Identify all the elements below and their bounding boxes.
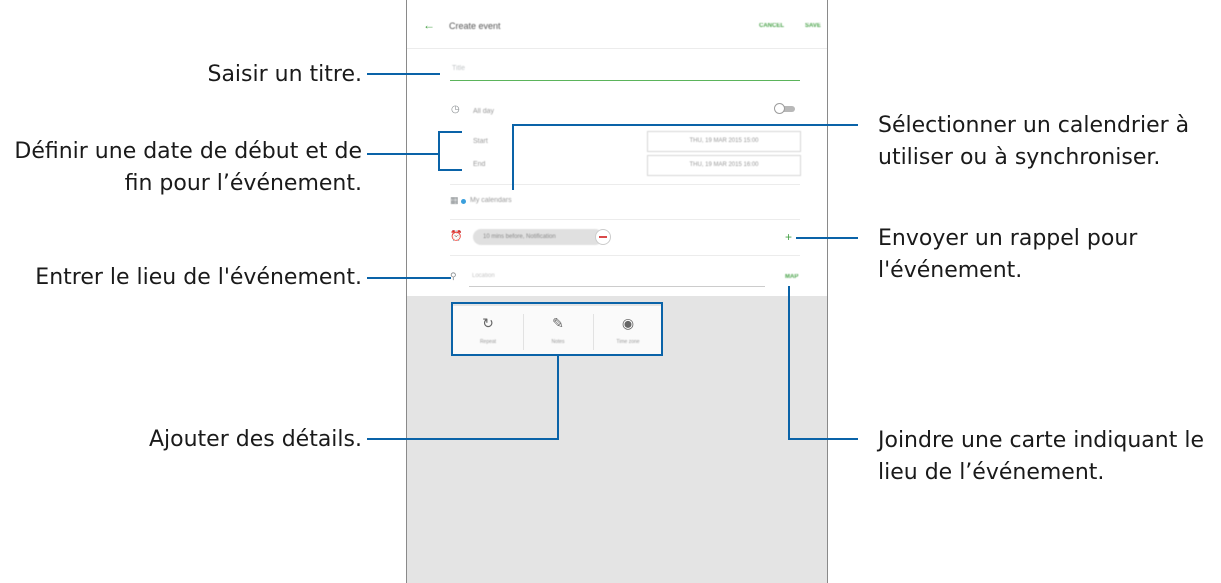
calendar-selector[interactable]: My calendars [470,197,512,204]
map-button[interactable]: MAP [785,274,798,280]
callout-line-calendar-v [512,124,514,190]
location-placeholder: Location [472,273,495,279]
divider [450,255,800,256]
annotation-calendar-line2: utiliser ou à synchroniser. [878,145,1161,170]
phone-screen: ← Create event CANCEL SAVE Title ◷ All d… [406,0,828,583]
annotation-reminder-line2: l'événement. [878,258,1023,283]
save-button[interactable]: SAVE [805,23,821,29]
callout-line-reminder [796,237,858,239]
callout-line-dates [367,153,440,155]
divider [450,184,800,185]
callout-bracket-dates [438,131,440,171]
create-event-form: ← Create event CANCEL SAVE Title ◷ All d… [407,0,827,296]
all-day-label: All day [473,108,495,115]
start-label: Start [473,138,488,145]
annotation-map-line2: lieu de l’événement. [878,460,1105,485]
callout-line-location [367,277,451,279]
cancel-button[interactable]: CANCEL [759,23,784,29]
callout-bracket-bottom [438,169,462,171]
end-date-field[interactable]: THU, 19 MAR 2015 16:00 [647,155,801,176]
calendar-icon: ▦ [450,195,459,205]
callout-line-map-v [788,286,790,440]
callout-line-details [367,438,559,440]
page-title: Create event [449,21,501,31]
divider [450,219,800,220]
callout-line-title [367,73,440,75]
details-highlight [451,302,663,356]
end-label: End [473,161,486,168]
annotation-map-line1: Joindre une carte indiquant le [878,428,1204,453]
callout-bracket-top [438,131,462,133]
title-placeholder: Title [452,65,465,72]
back-arrow-icon[interactable]: ← [423,18,435,32]
reminder-chip[interactable]: 10 mins before, Notification [473,229,603,245]
toggle-knob [774,103,785,114]
annotation-dates-line1: Définir une date de début et de [14,139,362,164]
location-input[interactable]: Location [469,272,765,287]
top-bar: ← Create event CANCEL SAVE [407,0,827,49]
clock-icon: ◷ [451,104,460,115]
callout-line-calendar [514,124,858,126]
remove-reminder-icon[interactable] [595,229,611,245]
all-day-toggle[interactable] [774,103,796,115]
add-reminder-icon[interactable]: + [785,230,792,244]
annotation-title: Saisir un titre. [207,62,362,87]
alarm-icon: ⏰ [450,231,463,242]
callout-line-details-v [557,356,559,440]
annotation-dates-line2: fin pour l’événement. [124,171,362,196]
annotation-details: Ajouter des détails. [148,427,362,452]
annotation-location: Entrer le lieu de l'événement. [35,265,362,290]
title-input[interactable]: Title [450,62,800,81]
calendar-color-dot [461,199,466,204]
annotation-reminder-line1: Envoyer un rappel pour [878,226,1138,251]
callout-line-map [788,438,858,440]
annotation-calendar-line1: Sélectionner un calendrier à [878,113,1190,138]
start-date-field[interactable]: THU, 19 MAR 2015 15:00 [647,131,801,152]
